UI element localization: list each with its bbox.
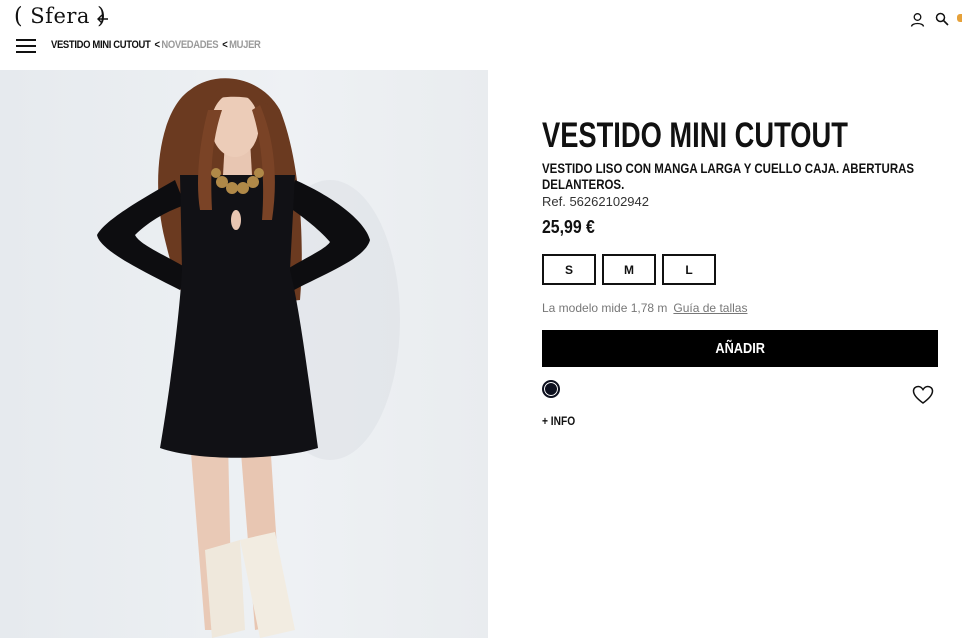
breadcrumb-current: VESTIDO MINI CUTOUT xyxy=(51,39,151,51)
product-reference: Ref. 56262102942 xyxy=(542,194,649,209)
product-title: VESTIDO MINI CUTOUT xyxy=(542,116,848,155)
breadcrumb: VESTIDO MINI CUTOUT < NOVEDADES < MUJER xyxy=(51,39,261,51)
breadcrumb-separator: < xyxy=(154,39,160,51)
sfera-logo[interactable]: ( Sfera ) xyxy=(14,4,106,29)
size-guide-link[interactable]: Guía de tallas xyxy=(673,301,747,315)
add-to-cart-button[interactable]: AÑADIR xyxy=(542,330,938,367)
search-icon[interactable] xyxy=(935,12,949,26)
model-illustration xyxy=(97,78,400,638)
size-m-button[interactable]: M xyxy=(602,254,656,285)
color-swatch-black[interactable] xyxy=(542,380,560,398)
more-info-toggle[interactable]: + INFO xyxy=(542,414,575,428)
heart-icon[interactable] xyxy=(912,385,934,405)
product-info-panel: VESTIDO MINI CUTOUT VESTIDO LISO CON MAN… xyxy=(542,116,938,428)
size-l-button[interactable]: L xyxy=(662,254,716,285)
site-header: ( Sfera ) VESTIDO MINI CUTOUT < NOVEDADES… xyxy=(0,0,962,70)
breadcrumb-separator: < xyxy=(222,39,228,51)
size-selector: S M L xyxy=(542,254,716,285)
breadcrumb-mujer[interactable]: MUJER xyxy=(229,39,261,51)
hamburger-menu-icon[interactable] xyxy=(16,38,36,54)
cart-indicator[interactable] xyxy=(957,14,962,22)
product-description: VESTIDO LISO CON MANGA LARGA Y CUELLO CA… xyxy=(542,160,915,192)
add-to-cart-label: AÑADIR xyxy=(715,340,765,357)
breadcrumb-novedades[interactable]: NOVEDADES xyxy=(161,39,218,51)
product-price: 25,99 € xyxy=(542,217,595,237)
model-size-note: La modelo mide 1,78 m Guía de tallas xyxy=(542,301,747,315)
product-image[interactable] xyxy=(0,70,488,638)
size-s-button[interactable]: S xyxy=(542,254,596,285)
model-height-text: La modelo mide 1,78 m xyxy=(542,301,668,315)
arrow-left-icon[interactable] xyxy=(96,12,110,26)
user-icon[interactable] xyxy=(910,12,925,27)
